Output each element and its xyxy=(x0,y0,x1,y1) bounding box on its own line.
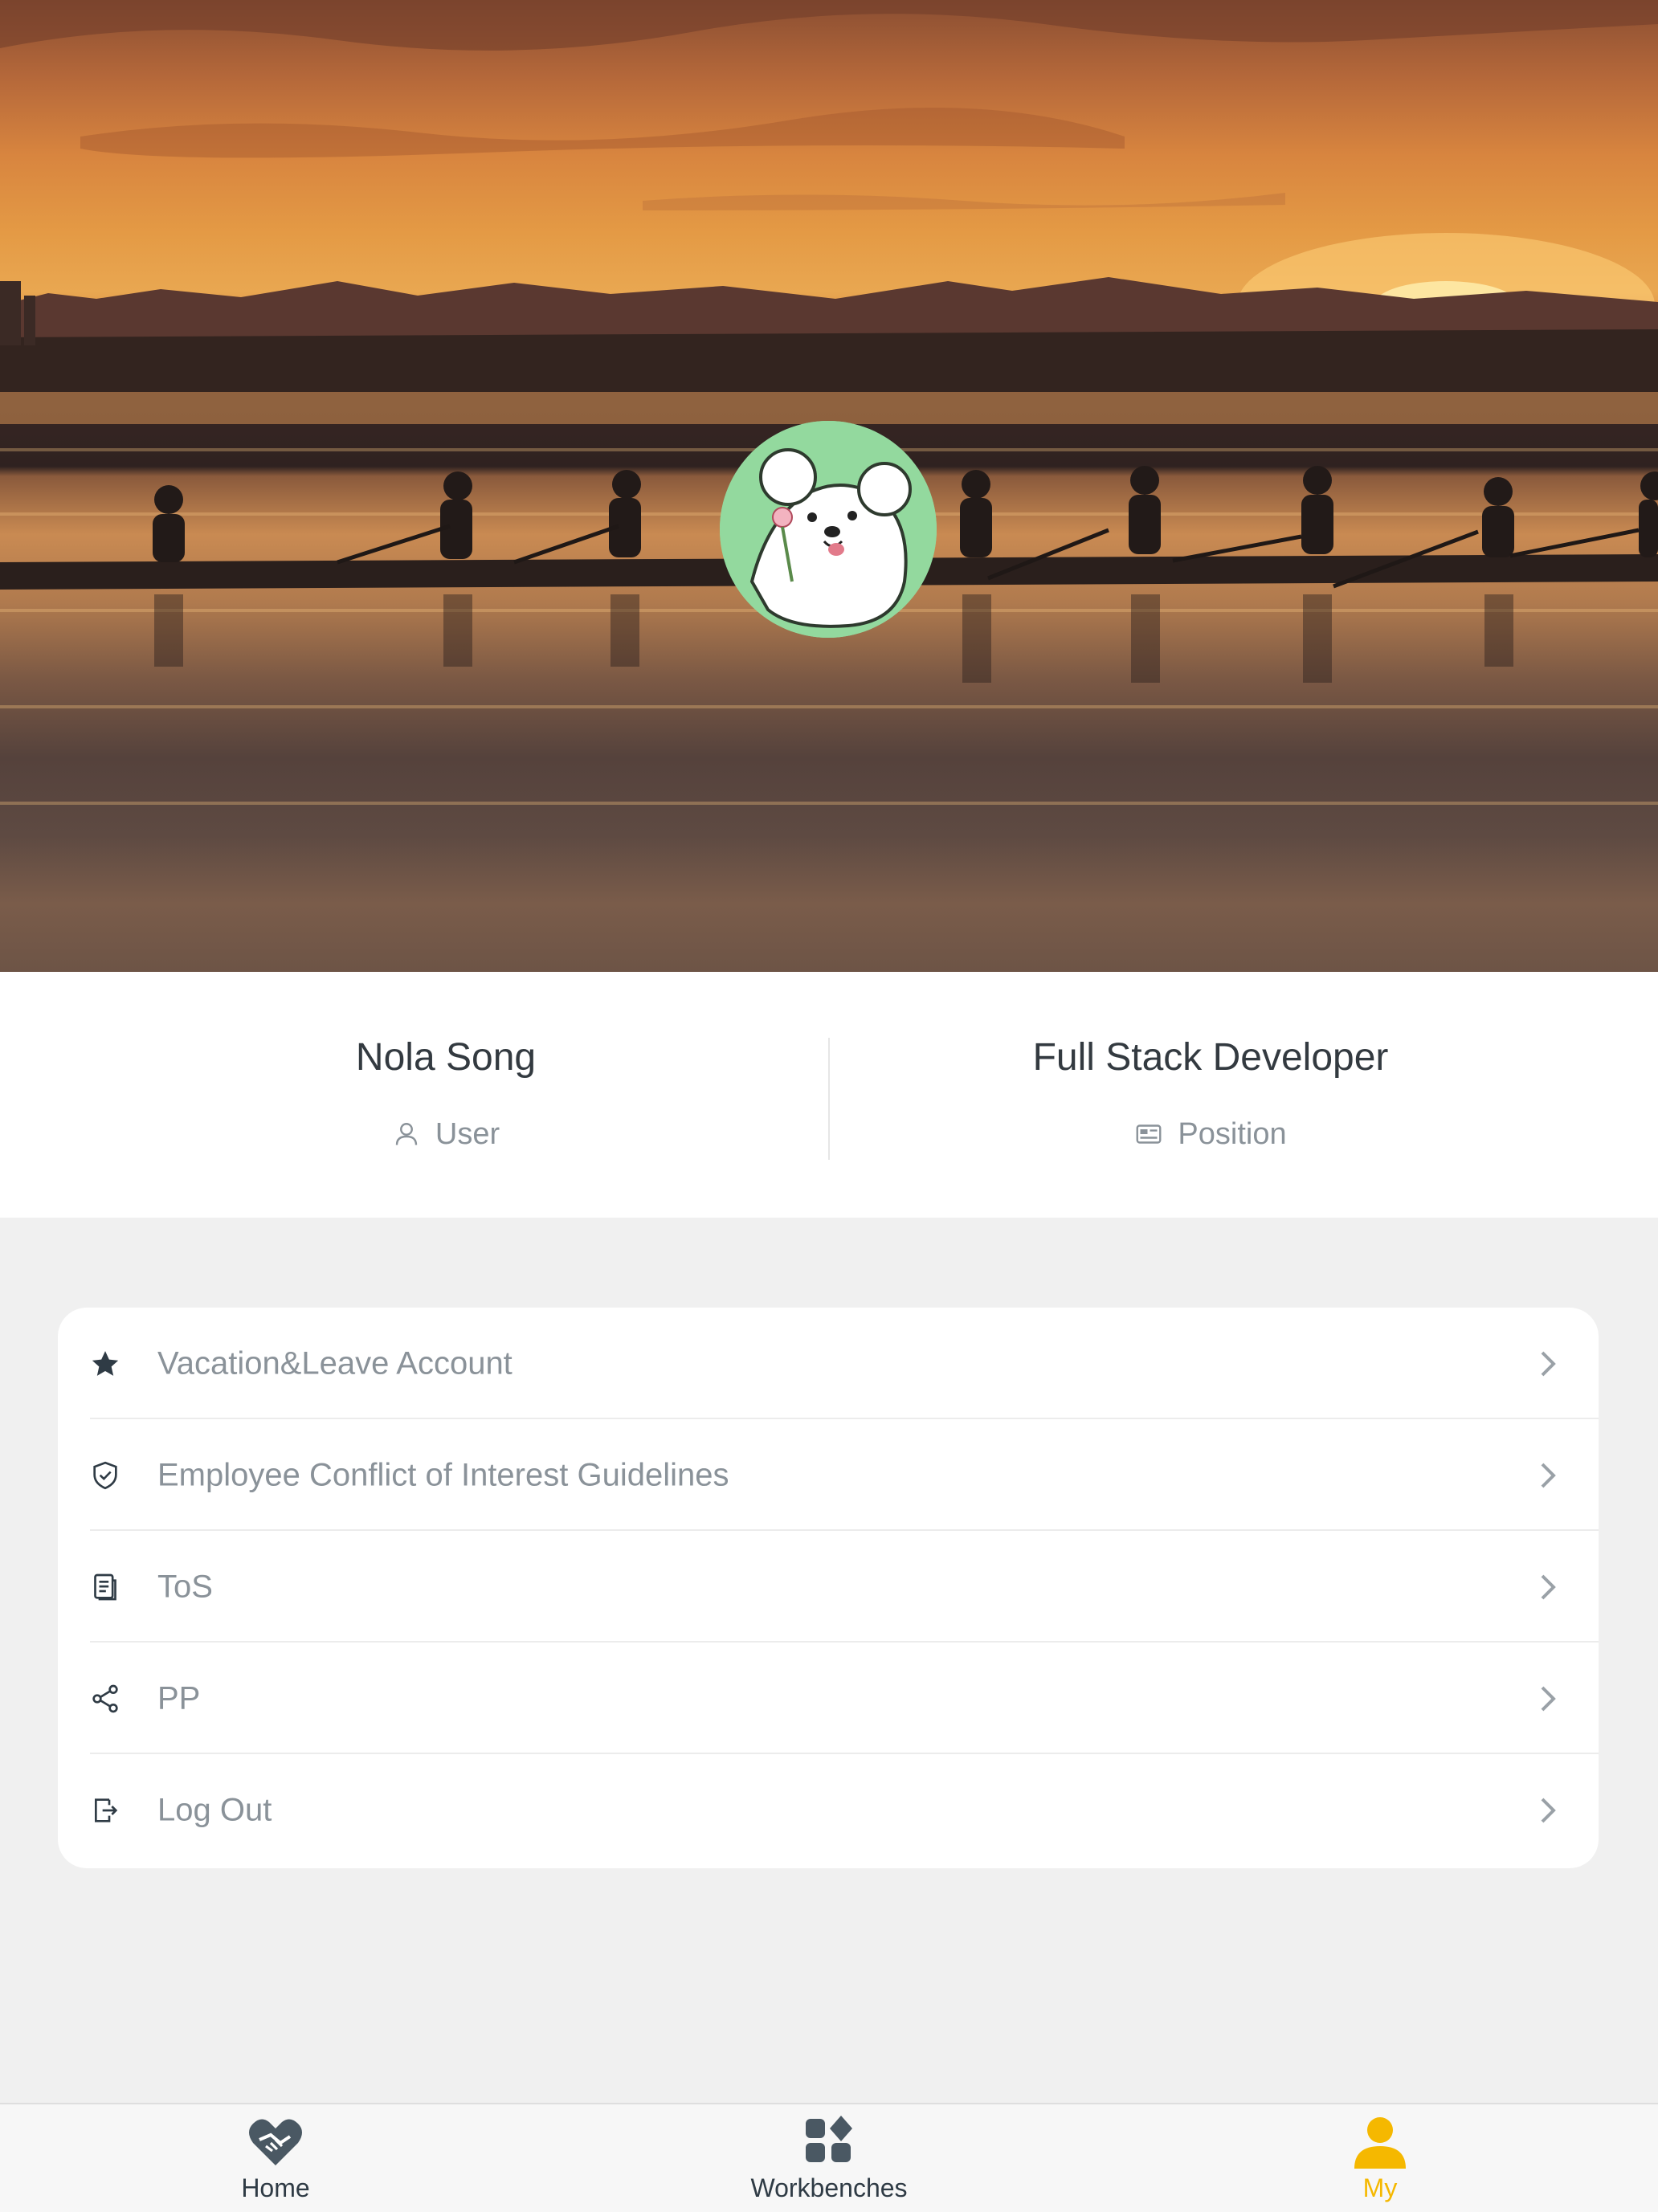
menu-item-tos[interactable]: ToS xyxy=(58,1531,1599,1643)
chevron-right-icon xyxy=(1536,1794,1560,1826)
menu-item-vacation-leave[interactable]: Vacation&Leave Account xyxy=(58,1308,1599,1419)
logout-icon xyxy=(88,1794,122,1827)
profile-cover-image xyxy=(0,0,1658,972)
menu-item-label: ToS xyxy=(157,1569,213,1604)
tab-label: My xyxy=(1362,2173,1398,2202)
menu-item-label: Employee Conflict of Interest Guidelines xyxy=(157,1457,729,1492)
share-icon xyxy=(88,1682,122,1716)
position-row: Position xyxy=(829,1115,1592,1153)
koala-avatar-illustration xyxy=(720,421,937,638)
profile-info-panel: Nola Song User Full Stack Developer Posi… xyxy=(0,972,1658,1218)
document-icon xyxy=(88,1570,122,1604)
tab-label: Home xyxy=(241,2173,310,2202)
menu-item-pp[interactable]: PP xyxy=(58,1643,1599,1754)
position-info-column: Full Stack Developer Position xyxy=(829,972,1592,1218)
menu-item-conflict-guidelines[interactable]: Employee Conflict of Interest Guidelines xyxy=(58,1419,1599,1531)
position-label: Position xyxy=(1178,1117,1287,1151)
chevron-right-icon xyxy=(1536,1348,1560,1380)
user-role-row: User xyxy=(0,1115,892,1153)
position-title: Full Stack Developer xyxy=(1032,1036,1389,1079)
chevron-right-icon xyxy=(1536,1571,1560,1603)
menu-item-log-out[interactable]: Log Out xyxy=(58,1754,1599,1866)
person-icon xyxy=(1353,2116,1407,2173)
tab-label: Workbenches xyxy=(750,2173,908,2202)
menu-item-label: PP xyxy=(157,1680,201,1716)
tab-workbenches[interactable]: Workbenches xyxy=(700,2104,958,2212)
tab-home[interactable]: Home xyxy=(147,2104,404,2212)
star-icon xyxy=(88,1347,122,1381)
user-avatar[interactable] xyxy=(720,421,937,638)
bottom-tab-bar: Home Workbenches My xyxy=(0,2103,1658,2212)
menu-item-label: Vacation&Leave Account xyxy=(157,1345,513,1381)
heart-handshake-icon xyxy=(248,2116,303,2173)
user-role-label: User xyxy=(435,1117,500,1151)
settings-menu-card: Vacation&Leave Account Employee Conflict… xyxy=(58,1308,1599,1868)
chevron-right-icon xyxy=(1536,1683,1560,1715)
user-icon xyxy=(392,1120,421,1149)
user-info-column: Nola Song User xyxy=(0,972,892,1218)
id-card-icon xyxy=(1134,1120,1163,1149)
menu-item-label: Log Out xyxy=(157,1792,272,1827)
user-name: Nola Song xyxy=(355,1036,537,1079)
shield-check-icon xyxy=(88,1459,122,1492)
tab-my[interactable]: My xyxy=(1252,2104,1509,2212)
chevron-right-icon xyxy=(1536,1459,1560,1492)
grid-apps-icon xyxy=(804,2116,854,2169)
